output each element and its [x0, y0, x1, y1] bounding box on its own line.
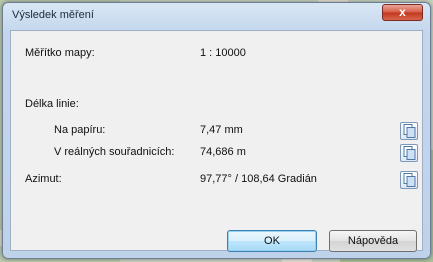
- scale-value: 1 : 10000: [200, 47, 246, 59]
- window-title: Výsledek měření: [12, 9, 94, 21]
- azimuth-value: 97,77° / 108,64 Gradián: [200, 173, 317, 185]
- copy-icon: [403, 124, 416, 138]
- copy-icon: [403, 146, 416, 160]
- close-icon: x: [399, 5, 406, 19]
- help-button[interactable]: Nápověda: [329, 230, 417, 252]
- title-bar[interactable]: Výsledek měření x: [3, 3, 430, 29]
- paper-length-label: Na papíru:: [54, 124, 106, 136]
- dialog-content: Měřítko mapy: 1 : 10000 Délka linie: Na …: [10, 30, 423, 252]
- copy-azimuth-button[interactable]: [400, 171, 418, 189]
- scale-label: Měřítko mapy:: [25, 47, 95, 59]
- real-length-label: V reálných souřadnicích:: [54, 146, 175, 158]
- close-button[interactable]: x: [382, 4, 423, 21]
- real-length-value: 74,686 m: [200, 146, 246, 158]
- measurement-result-dialog: Výsledek měření x Měřítko mapy: 1 : 1000…: [2, 2, 431, 259]
- ok-button[interactable]: OK: [227, 230, 317, 252]
- copy-paper-length-button[interactable]: [400, 122, 418, 140]
- copy-icon: [403, 173, 416, 187]
- line-length-label: Délka linie:: [25, 98, 79, 110]
- paper-length-value: 7,47 mm: [200, 124, 243, 136]
- copy-real-length-button[interactable]: [400, 144, 418, 162]
- azimuth-label: Azimut:: [25, 173, 62, 185]
